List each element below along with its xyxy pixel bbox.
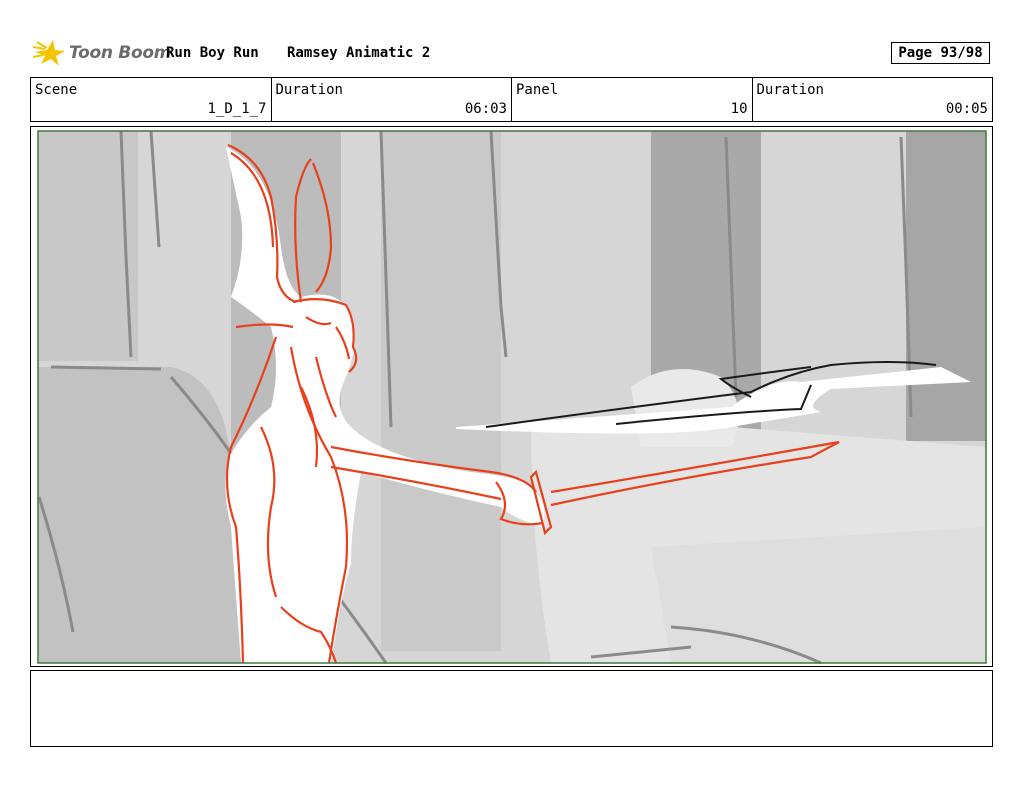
storyboard-panel (30, 126, 993, 667)
scene-value: 1_D_1_7 (207, 101, 267, 117)
logo-text: Toon Boom (69, 43, 172, 63)
project-name: Run Boy Run (166, 45, 259, 61)
panel-value: 10 (730, 101, 748, 117)
panel-label: Panel (516, 82, 559, 98)
scene-info-row: Scene 1_D_1_7 Duration 06:03 Panel 10 Du… (30, 77, 993, 122)
panel-cell: Panel 10 (512, 78, 753, 121)
panel-notes-box (30, 670, 993, 747)
sketch-rock (38, 367, 241, 663)
sketch-trunk (906, 131, 986, 441)
toon-boom-star-icon (33, 40, 65, 66)
scene-duration-label: Duration (275, 82, 343, 98)
scene-duration-cell: Duration 06:03 (272, 78, 512, 121)
panel-duration-value: 00:05 (945, 101, 988, 117)
panel-duration-cell: Duration 00:05 (753, 78, 993, 121)
page-number: Page 93/98 (891, 42, 990, 64)
sketch-trunk (381, 131, 501, 651)
panel-duration-label: Duration (756, 82, 824, 98)
sketch-rock (651, 527, 986, 663)
scene-duration-value: 06:03 (464, 101, 507, 117)
document-title: Ramsey Animatic 2 (287, 45, 431, 61)
scene-cell: Scene 1_D_1_7 (31, 78, 272, 121)
panel-sketch (37, 130, 987, 665)
scene-label: Scene (35, 82, 78, 98)
toon-boom-logo: Toon Boom (33, 38, 171, 68)
